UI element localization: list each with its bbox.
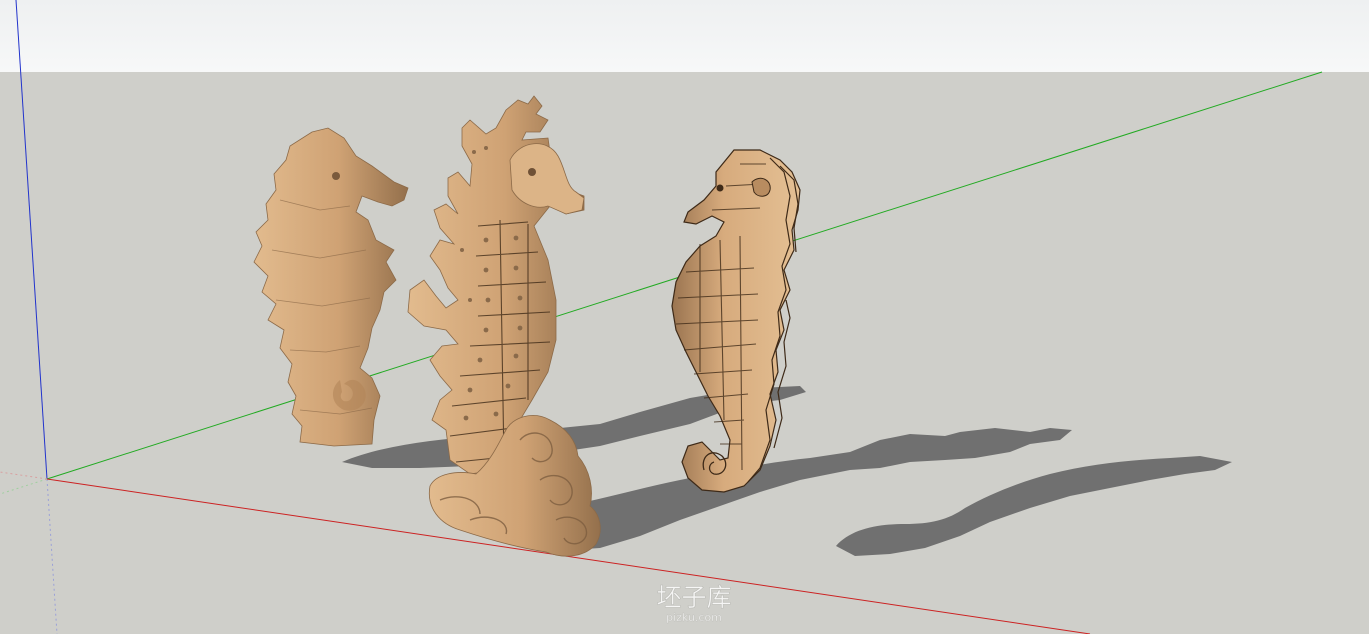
model-viewport[interactable]: 坯子库 pizku.com [0, 0, 1369, 634]
watermark-en: pizku.com [666, 611, 722, 624]
watermark-cn: 坯子库 [656, 583, 731, 612]
sky [0, 0, 1369, 72]
watermark: 坯子库 pizku.com [656, 583, 732, 625]
ground-plane [0, 72, 1369, 634]
